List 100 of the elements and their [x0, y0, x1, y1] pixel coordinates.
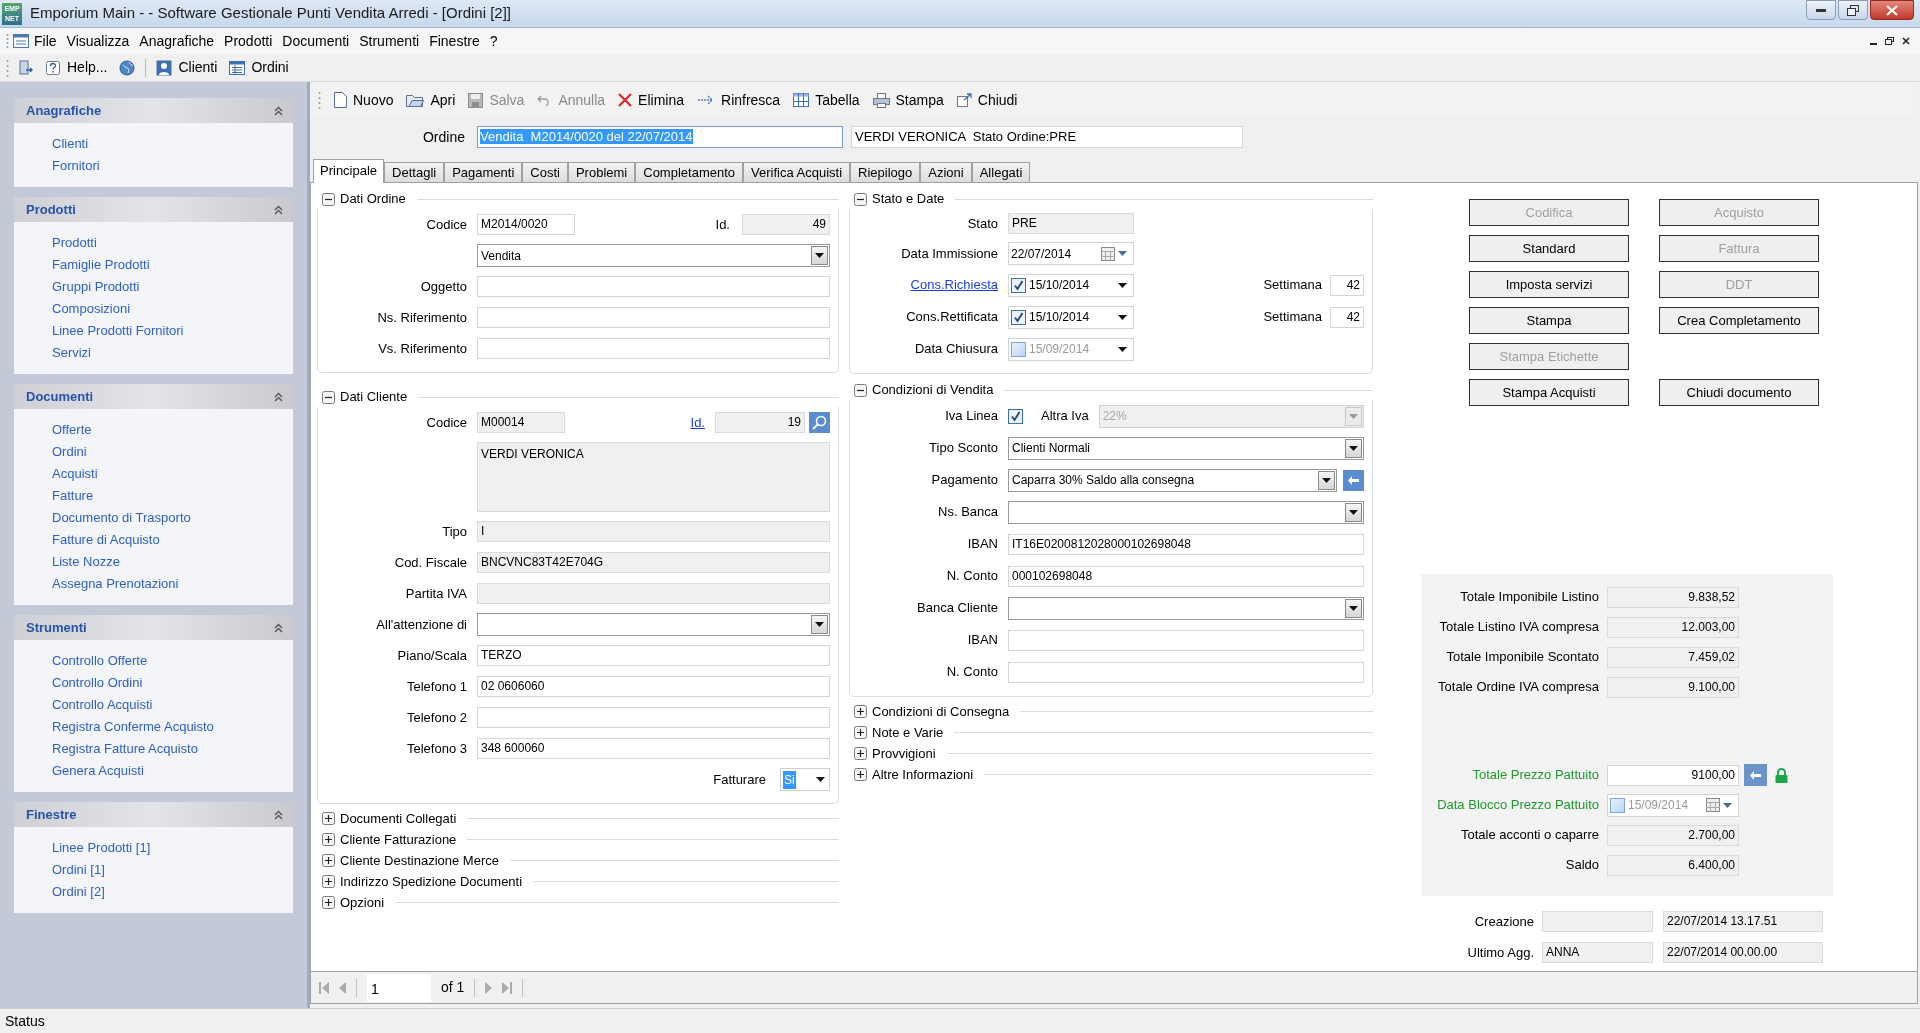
sidebar-link[interactable]: Linee Prodotti Fornitori [52, 320, 184, 342]
sidebar-link[interactable]: Ordini [1] [52, 859, 105, 881]
caret-icon[interactable] [816, 777, 825, 782]
id-link[interactable]: Id. [690, 412, 705, 433]
text-field[interactable]: 42 [1330, 274, 1364, 296]
toolbar-button[interactable]: Chiudi [956, 89, 1018, 111]
exit-button[interactable] [17, 59, 35, 76]
text-field[interactable]: 9100,00 [1607, 764, 1739, 786]
collapse-icon[interactable] [854, 383, 867, 397]
checkbox[interactable] [1011, 309, 1026, 325]
tab[interactable]: Dettagli [384, 162, 445, 182]
action-button[interactable]: Stampa [1469, 307, 1629, 334]
dropdown-field[interactable]: Caparra 30% Saldo alla consegna [1008, 468, 1337, 492]
tab[interactable]: Completamento [635, 162, 744, 182]
action-button[interactable]: Imposta servizi [1469, 271, 1629, 298]
dropdown-button[interactable] [1345, 502, 1362, 522]
toolbar-button[interactable]: Ordini [227, 57, 291, 78]
tab[interactable]: Verifica Acquisti [743, 162, 851, 182]
calendar-icon[interactable] [1101, 246, 1115, 261]
sidebar-link[interactable]: Fatture di Acquisto [52, 529, 160, 551]
sidebar-link[interactable]: Controllo Acquisti [52, 694, 153, 716]
close-icon[interactable] [1902, 37, 1910, 45]
menu-item[interactable]: Visualizza [61, 30, 135, 52]
dropdown-field[interactable]: Vendita [477, 244, 830, 267]
restore-icon[interactable] [1885, 37, 1894, 45]
dropdown-button[interactable] [811, 246, 828, 265]
dropdown-button[interactable] [811, 615, 828, 634]
action-button[interactable]: Standard [1469, 235, 1629, 262]
toolbar-button[interactable]: Elimina [618, 89, 684, 111]
text-field[interactable]: 02 0606060 [477, 676, 830, 697]
expand-icon[interactable] [854, 705, 867, 718]
toolbar-button[interactable]: Tabella [793, 89, 860, 111]
sidebar-link[interactable]: Ordini [52, 441, 87, 463]
date-field[interactable]: 22/07/2014 [1008, 242, 1134, 265]
tab[interactable]: Riepilogo [850, 162, 921, 182]
sidebar-link[interactable]: Composizioni [52, 298, 131, 320]
menu-item[interactable]: Prodotti [219, 30, 278, 52]
section-header[interactable]: Prodotti [14, 197, 293, 222]
sidebar-link[interactable]: Linee Prodotti [1] [52, 837, 151, 859]
dropdown-field[interactable] [1008, 500, 1364, 524]
dropdown-button[interactable] [1345, 438, 1362, 458]
tab[interactable]: Costi [522, 162, 568, 182]
section-header[interactable]: Documenti [14, 384, 293, 409]
sidebar-link[interactable]: Clienti [52, 133, 89, 155]
dropdown-button[interactable] [1345, 598, 1362, 618]
close-button[interactable] [1870, 0, 1914, 20]
tab[interactable]: Azioni [920, 162, 972, 182]
arrow-button[interactable] [1343, 469, 1364, 491]
caret-icon[interactable] [1118, 314, 1127, 320]
tab[interactable]: Problemi [567, 162, 636, 182]
sidebar-link[interactable]: Liste Nozze [52, 551, 120, 573]
toolbar-button[interactable]: Help... [43, 57, 110, 78]
text-field[interactable] [477, 307, 830, 328]
text-field[interactable] [477, 276, 830, 297]
tab[interactable]: Pagamenti [444, 162, 523, 182]
minimize-button[interactable] [1806, 0, 1836, 20]
text-field[interactable] [477, 707, 830, 728]
menu-item[interactable]: Strumenti [354, 30, 425, 52]
toolbar-button[interactable]: Clienti [154, 57, 220, 78]
expand-icon[interactable] [322, 812, 335, 825]
date-link[interactable]: Cons.Richiesta [910, 275, 998, 295]
padlock-icon[interactable] [1775, 767, 1788, 783]
checkbox[interactable] [1008, 408, 1023, 424]
web-button[interactable] [117, 59, 138, 76]
menu-item[interactable]: Anagrafiche [134, 30, 220, 52]
action-button[interactable]: Stampa Acquisti [1469, 379, 1629, 406]
text-field[interactable]: 42 [1330, 306, 1364, 328]
search-button[interactable] [809, 412, 830, 433]
sidebar-link[interactable]: Controllo Ordini [52, 672, 143, 694]
tab[interactable]: Principale [313, 159, 385, 183]
action-button[interactable]: Chiudi documento [1659, 379, 1819, 406]
text-field[interactable]: TERZO [477, 645, 830, 666]
text-field[interactable] [1008, 661, 1364, 683]
toolbar-button[interactable]: Rinfresca [697, 89, 781, 111]
text-field[interactable]: IT16E0200812028000102698048 [1008, 533, 1364, 555]
expand-icon[interactable] [322, 875, 335, 888]
text-field[interactable]: VERDI VERONICA Stato Ordine:PRE [851, 126, 1243, 148]
sidebar-link[interactable]: Prodotti [52, 232, 97, 254]
expand-icon[interactable] [322, 854, 335, 867]
menu-item[interactable]: Finestre [424, 30, 485, 52]
sidebar-link[interactable]: Offerte [52, 419, 92, 441]
sidebar-link[interactable]: Registra Fatture Acquisto [52, 738, 198, 760]
text-field[interactable]: 000102698048 [1008, 565, 1364, 587]
sidebar-link[interactable]: Famiglie Prodotti [52, 254, 150, 276]
expand-icon[interactable] [322, 896, 335, 909]
dropdown-button[interactable] [1318, 470, 1335, 490]
dropdown-field[interactable]: Clienti Normali [1008, 436, 1364, 460]
sidebar-link[interactable]: Registra Conferme Acquisto [52, 716, 214, 738]
toolbar-button[interactable]: Nuovo [334, 89, 394, 111]
text-field[interactable]: 348 600060 [477, 738, 830, 759]
expand-icon[interactable] [854, 768, 867, 781]
action-button[interactable]: Crea Completamento [1659, 307, 1819, 334]
text-field[interactable]: M2014/0020 [477, 214, 575, 235]
tab[interactable]: Allegati [971, 162, 1031, 182]
sidebar-link[interactable]: Gruppi Prodotti [52, 276, 140, 298]
sidebar-link[interactable]: Acquisti [52, 463, 98, 485]
section-header[interactable]: Anagrafiche [14, 98, 293, 123]
sidebar-link[interactable]: Assegna Prenotazioni [52, 573, 179, 595]
checkbox[interactable] [1011, 277, 1026, 293]
sidebar-link[interactable]: Fatture [52, 485, 94, 507]
